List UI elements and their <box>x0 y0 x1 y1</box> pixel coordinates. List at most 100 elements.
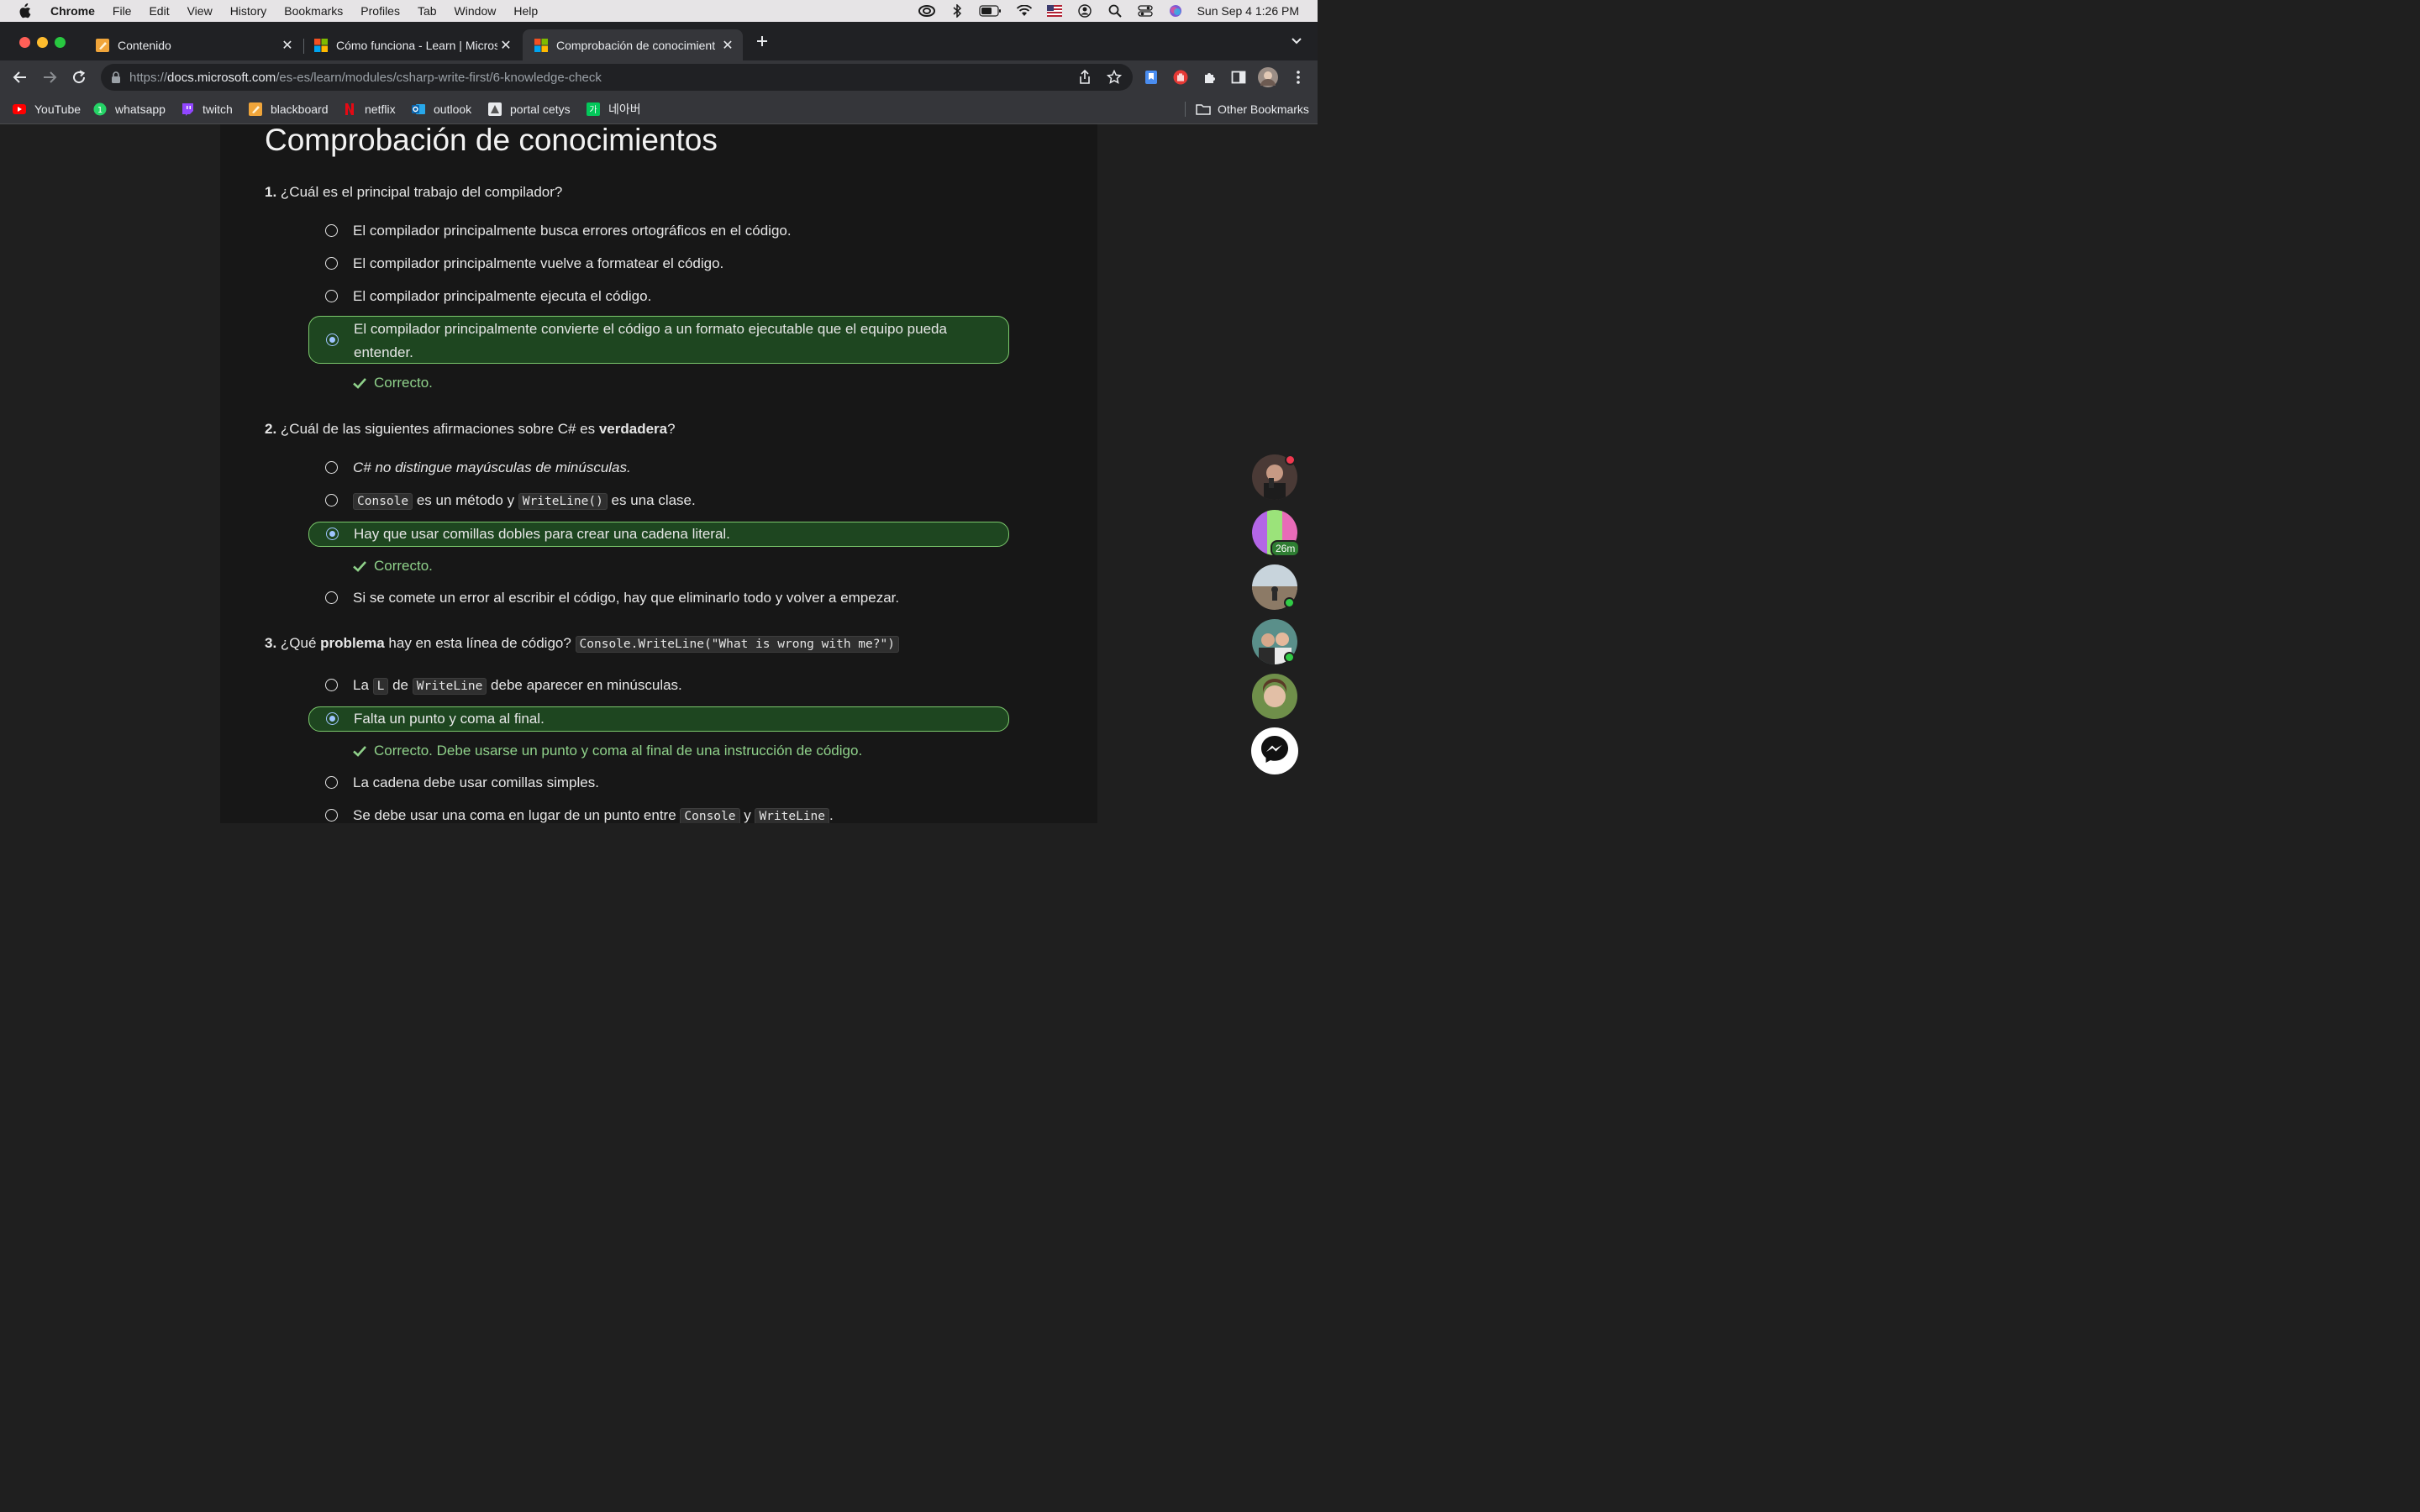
chat-head-avatar[interactable] <box>1252 674 1297 719</box>
url-text[interactable]: https://docs.microsoft.com/es-es/learn/m… <box>129 71 602 85</box>
answer-option-correct[interactable]: El compilador principalmente convierte e… <box>308 316 1009 364</box>
answer-option[interactable]: El compilador principalmente vuelve a fo… <box>308 252 1009 276</box>
zoom-window-button[interactable] <box>55 37 66 48</box>
battery-icon[interactable] <box>978 4 1002 18</box>
tab-comprobacion-active[interactable]: Comprobación de conocimient ✕ <box>523 29 743 60</box>
question-1: 1. ¿Cuál es el principal trabajo del com… <box>265 184 562 201</box>
radio-button[interactable] <box>325 290 338 302</box>
control-center-icon[interactable] <box>1137 4 1154 18</box>
bookmark-twitch[interactable]: twitch <box>181 99 233 119</box>
answer-option[interactable]: El compilador principalmente ejecuta el … <box>308 285 1009 308</box>
tab-search-chevron-down-icon[interactable] <box>1285 29 1308 53</box>
messenger-button[interactable] <box>1251 727 1298 774</box>
creative-cloud-icon[interactable] <box>918 4 935 18</box>
menu-tab[interactable]: Tab <box>418 4 437 18</box>
answer-option[interactable]: Si se comete un error al escribir el cód… <box>308 586 1009 610</box>
radio-button[interactable] <box>325 591 338 604</box>
question-text-post: ? <box>667 421 676 437</box>
close-tab-icon[interactable]: ✕ <box>719 37 736 54</box>
web-page[interactable]: Comprobación de conocimientos 1. ¿Cuál e… <box>0 124 1318 823</box>
question-text-pre: ¿Cuál de las siguientes afirmaciones sob… <box>280 421 599 437</box>
spotlight-search-icon[interactable] <box>1107 4 1123 18</box>
bookmark-star-icon[interactable] <box>1106 69 1123 86</box>
us-flag-input-icon[interactable] <box>1046 4 1063 18</box>
menu-app-name[interactable]: Chrome <box>50 4 95 18</box>
question-2: 2. ¿Cuál de las siguientes afirmaciones … <box>265 421 676 438</box>
answer-option[interactable]: El compilador principalmente busca error… <box>308 219 1009 243</box>
feedback-correct: Correcto. <box>352 375 433 391</box>
menu-help[interactable]: Help <box>513 4 538 18</box>
tab-title: Contenido <box>118 38 171 52</box>
close-tab-icon[interactable]: ✕ <box>497 37 514 54</box>
radio-button[interactable] <box>325 494 338 507</box>
radio-button[interactable] <box>325 224 338 237</box>
tab-contenido[interactable]: Contenido ✕ <box>84 29 302 60</box>
answer-text-part: debe aparecer en minúsculas. <box>487 677 682 693</box>
answer-option[interactable]: La L de WriteLine debe aparecer en minús… <box>308 674 1009 697</box>
radio-button[interactable] <box>325 461 338 474</box>
bluetooth-icon[interactable] <box>949 4 965 18</box>
answer-text-part: es una clase. <box>607 492 696 508</box>
radio-button-selected[interactable] <box>326 712 339 725</box>
bookmark-youtube[interactable]: YouTube <box>13 99 81 119</box>
bookmark-netflix[interactable]: netflix <box>343 99 396 119</box>
url-scheme: https:// <box>129 70 168 85</box>
menu-bar-clock[interactable]: Sun Sep 4 1:26 PM <box>1197 4 1299 18</box>
radio-button[interactable] <box>325 776 338 789</box>
answer-option[interactable]: La cadena debe usar comillas simples. <box>308 771 1009 795</box>
menu-edit[interactable]: Edit <box>149 4 169 18</box>
share-icon[interactable] <box>1076 69 1093 86</box>
bookmark-outlook[interactable]: outlook <box>412 99 471 119</box>
online-status-dot <box>1284 597 1295 608</box>
menu-view[interactable]: View <box>187 4 213 18</box>
radio-button[interactable] <box>325 679 338 691</box>
profile-avatar[interactable] <box>1258 67 1278 87</box>
forward-button[interactable] <box>38 66 61 89</box>
back-button[interactable] <box>8 66 32 89</box>
menu-window[interactable]: Window <box>455 4 497 18</box>
bookmark-whatsapp[interactable]: 1 whatsapp <box>93 99 166 119</box>
siri-icon[interactable] <box>1167 4 1184 18</box>
question-3: 3. ¿Qué problema hay en esta línea de có… <box>265 635 899 653</box>
answer-option-correct[interactable]: Hay que usar comillas dobles para crear … <box>308 522 1009 547</box>
answer-option[interactable]: C# no distingue mayúsculas de minúsculas… <box>308 456 1009 480</box>
bookmark-label: portal cetys <box>510 102 571 116</box>
menu-history[interactable]: History <box>230 4 267 18</box>
question-number: 1. <box>265 184 277 200</box>
question-text-pre: ¿Qué <box>280 635 321 651</box>
radio-button[interactable] <box>325 809 338 822</box>
close-tab-icon[interactable]: ✕ <box>279 37 296 54</box>
user-account-icon[interactable] <box>1076 4 1093 18</box>
extensions-puzzle-icon[interactable] <box>1202 69 1218 86</box>
wifi-icon[interactable] <box>1016 4 1033 18</box>
radio-button-selected[interactable] <box>326 333 339 346</box>
close-window-button[interactable] <box>19 37 30 48</box>
tab-title: Comprobación de conocimient <box>556 38 716 52</box>
lock-icon[interactable] <box>109 71 123 84</box>
menu-profiles[interactable]: Profiles <box>360 4 400 18</box>
extension-bookmark-icon[interactable] <box>1143 69 1160 86</box>
menu-file[interactable]: File <box>113 4 132 18</box>
answer-option[interactable]: Se debe usar una coma en lugar de un pun… <box>308 804 1009 823</box>
portal-cetys-icon <box>488 102 502 116</box>
side-panel-icon[interactable] <box>1230 69 1247 86</box>
answer-option[interactable]: Console es un método y WriteLine() es un… <box>308 489 1009 512</box>
chrome-menu-icon[interactable] <box>1290 69 1307 86</box>
bookmark-label: YouTube <box>34 102 82 116</box>
bookmark-naver[interactable]: 가 네아버 <box>587 99 641 119</box>
reload-button[interactable] <box>67 66 91 89</box>
apple-icon[interactable] <box>17 3 32 18</box>
new-tab-button[interactable] <box>750 29 774 53</box>
radio-button-selected[interactable] <box>326 528 339 540</box>
outlook-icon <box>412 102 425 116</box>
answer-option-correct[interactable]: Falta un punto y coma al final. <box>308 706 1009 732</box>
address-bar[interactable]: https://docs.microsoft.com/es-es/learn/m… <box>101 64 1133 91</box>
bookmark-blackboard[interactable]: blackboard <box>249 99 329 119</box>
menu-bookmarks[interactable]: Bookmarks <box>284 4 343 18</box>
extension-stop-hand-icon[interactable] <box>1172 69 1189 86</box>
radio-button[interactable] <box>325 257 338 270</box>
other-bookmarks-folder[interactable]: Other Bookmarks <box>1196 99 1309 119</box>
bookmark-portal-cetys[interactable]: portal cetys <box>488 99 571 119</box>
tab-como-funciona[interactable]: Cómo funciona - Learn | Micros ✕ <box>302 29 521 60</box>
minimize-window-button[interactable] <box>37 37 48 48</box>
